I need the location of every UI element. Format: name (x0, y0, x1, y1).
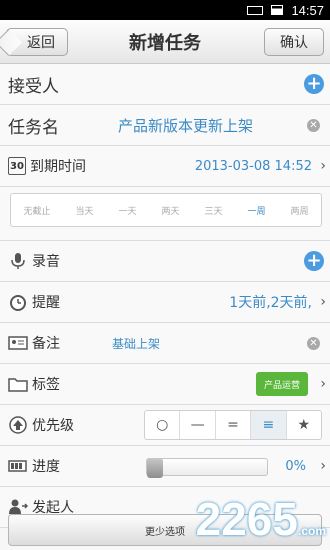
quick-date-option[interactable]: 当天 (75, 204, 93, 217)
battery-progress-icon (8, 456, 28, 476)
up-arrow-circle-icon (8, 415, 28, 435)
reminder-label: 提醒 (32, 295, 60, 311)
quick-date-option[interactable]: 一天 (118, 204, 136, 217)
alarm-clock-icon (8, 292, 28, 312)
folder-icon (8, 374, 28, 394)
tags-label: 标签 (32, 377, 60, 393)
due-date-row[interactable]: 30 到期时间 2013-03-08 14:52 › (0, 146, 330, 187)
chevron-right-icon: › (320, 294, 326, 310)
tags-row[interactable]: 标签 产品运营 › (0, 364, 330, 405)
microphone-icon (8, 251, 28, 271)
title-bar: 返回 新增任务 确认 (0, 20, 330, 64)
due-date-value[interactable]: 2013-03-08 14:52 (195, 159, 312, 174)
priority-option[interactable]: ○ (145, 411, 181, 439)
page-title: 新增任务 (129, 32, 201, 54)
task-name-input[interactable]: 产品新版本更新上架 (118, 115, 253, 136)
status-time: 14:57 (291, 2, 324, 18)
confirm-button[interactable]: 确认 (264, 28, 324, 56)
quick-date-selector: 无截止 当天 一天 两天 三天 一周 两周 (10, 193, 322, 227)
priority-selector: ○ — = ≡ ★ (144, 410, 322, 440)
progress-slider-thumb[interactable] (147, 458, 163, 478)
quick-date-option[interactable]: 两周 (290, 204, 308, 217)
add-recording-icon[interactable]: + (304, 251, 324, 271)
quick-date-option[interactable]: 两天 (161, 204, 179, 217)
quick-date-option[interactable]: 三天 (204, 204, 222, 217)
chevron-right-icon: › (320, 376, 326, 392)
back-button[interactable]: 返回 (6, 28, 68, 56)
assignee-label: 接受人 (8, 76, 59, 97)
note-row[interactable]: 备注 基础上架 ✕ (0, 323, 330, 364)
reminder-row[interactable]: 提醒 1天前,2天前, › (0, 282, 330, 323)
assignee-row[interactable]: 接受人 + (0, 64, 330, 105)
tag-chip[interactable]: 产品运营 (255, 372, 308, 396)
priority-option[interactable]: ★ (287, 411, 321, 439)
clear-note-icon[interactable]: ✕ (307, 336, 320, 350)
watermark-logo: 2265.com (195, 493, 326, 545)
record-label: 录音 (32, 254, 60, 270)
progress-slider[interactable] (146, 458, 268, 478)
status-bar: 14:57 (0, 0, 330, 20)
chevron-right-icon: › (320, 158, 326, 174)
note-input[interactable]: 基础上架 (112, 335, 160, 352)
progress-value: 0% (285, 458, 306, 474)
id-card-icon (8, 333, 28, 353)
quick-date-option[interactable]: 无截止 (23, 204, 50, 217)
progress-row: 进度 0% › (0, 446, 330, 487)
note-label: 备注 (32, 336, 60, 352)
task-name-row[interactable]: 任务名 产品新版本更新上架 ✕ (0, 105, 330, 146)
battery-icon (271, 5, 284, 15)
priority-label: 优先级 (32, 418, 74, 434)
clear-task-name-icon[interactable]: ✕ (307, 118, 320, 132)
reminder-value[interactable]: 1天前,2天前, (229, 292, 312, 312)
progress-label: 进度 (32, 459, 60, 475)
quick-date-option[interactable]: 一周 (247, 204, 265, 217)
chevron-right-icon: › (320, 458, 326, 474)
priority-option[interactable]: = (216, 411, 252, 439)
calendar-icon: 30 (8, 157, 26, 175)
phone-signal-icon (247, 5, 264, 15)
record-row[interactable]: 录音 + (0, 241, 330, 282)
add-assignee-icon[interactable]: + (304, 74, 324, 94)
quick-date-panel: 无截止 当天 一天 两天 三天 一周 两周 (0, 187, 330, 241)
task-name-label: 任务名 (8, 117, 59, 138)
due-date-label: 到期时间 (30, 159, 86, 175)
priority-option[interactable]: — (180, 411, 216, 439)
priority-row: 优先级 ○ — = ≡ ★ (0, 405, 330, 446)
priority-option[interactable]: ≡ (251, 411, 287, 439)
